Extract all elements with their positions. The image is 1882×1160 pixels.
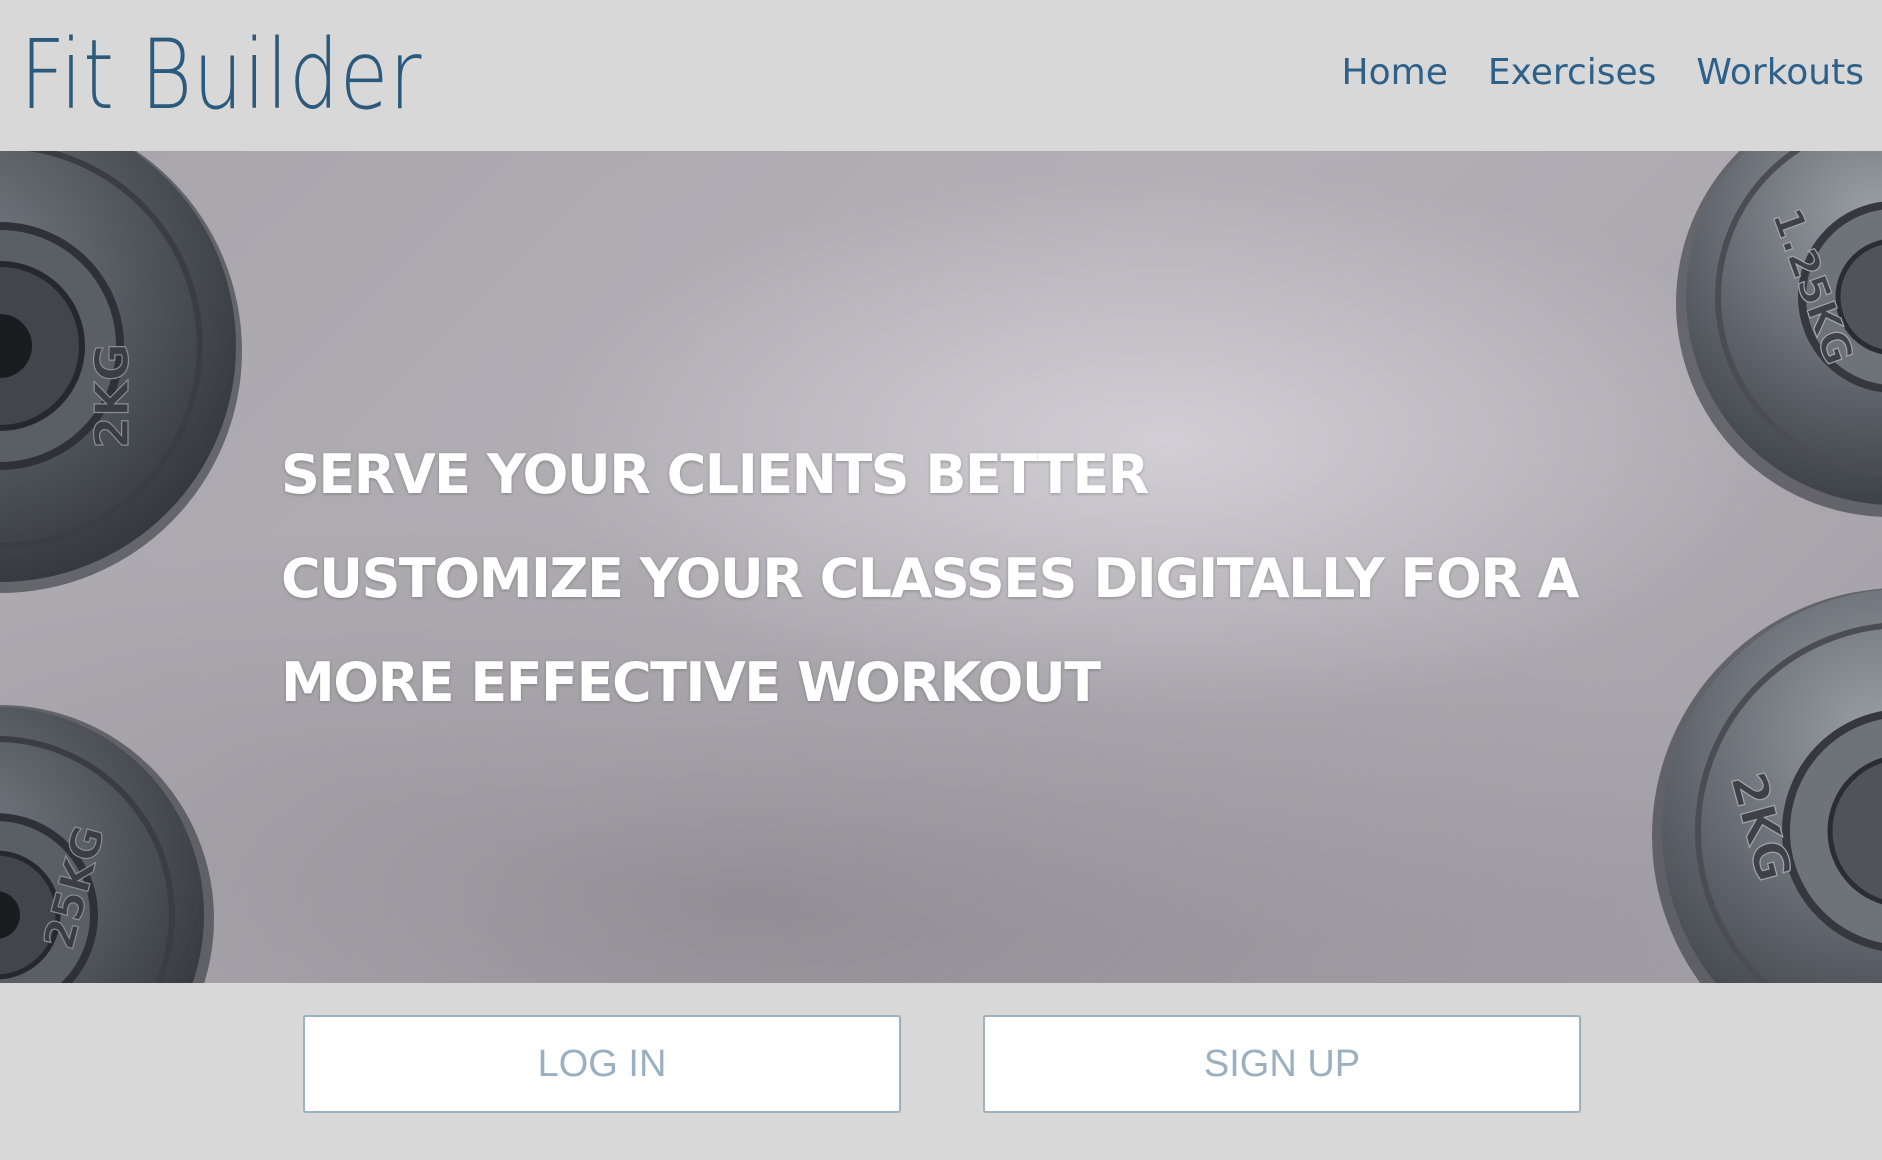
log-in-button[interactable]: LOG IN [303, 1015, 901, 1113]
hero-line-1: SERVE YOUR CLIENTS BETTER [281, 443, 1149, 506]
hero-line-3: MORE EFFECTIVE WORKOUT [281, 651, 1101, 714]
site-logo[interactable]: Fit Builder [20, 18, 422, 133]
plate-right-bottom: 2KG [1652, 588, 1882, 983]
site-header: Fit Builder Home Exercises Workouts [0, 0, 1882, 151]
plate-right-top: 1.25KG [1676, 151, 1882, 517]
nav-home-link[interactable]: Home [1342, 52, 1448, 93]
nav-workouts-link[interactable]: Workouts [1696, 52, 1864, 93]
hero-line-2: CUSTOMIZE YOUR CLASSES DIGITALLY FOR A [281, 547, 1579, 610]
plate-left-top: 2KG [0, 151, 242, 593]
sign-up-button[interactable]: SIGN UP [983, 1015, 1581, 1113]
plate-label-left-top: 2KG [85, 343, 139, 448]
hero-banner: 2KG 25KG 1.25KG 2KG SERVE YOUR CLIENTS B… [0, 151, 1882, 983]
main-nav: Home Exercises Workouts [1342, 52, 1864, 93]
plate-left-bottom: 25KG [0, 705, 214, 983]
nav-exercises-link[interactable]: Exercises [1488, 52, 1657, 93]
hero-headline: SERVE YOUR CLIENTS BETTER CUSTOMIZE YOUR… [281, 423, 1581, 735]
